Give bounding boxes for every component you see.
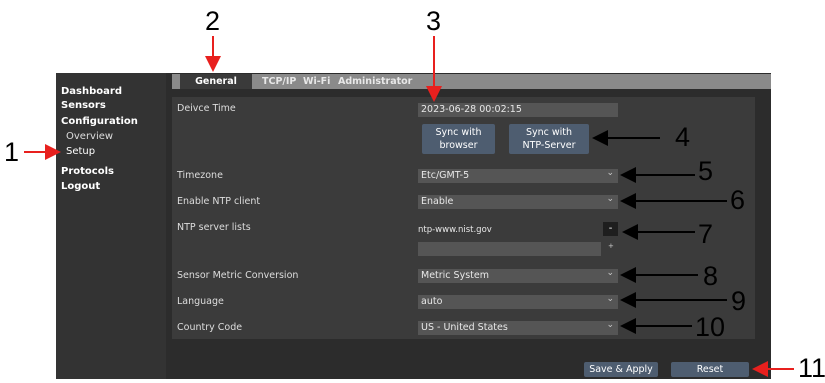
annotation-arrows-layer (24, 36, 794, 377)
